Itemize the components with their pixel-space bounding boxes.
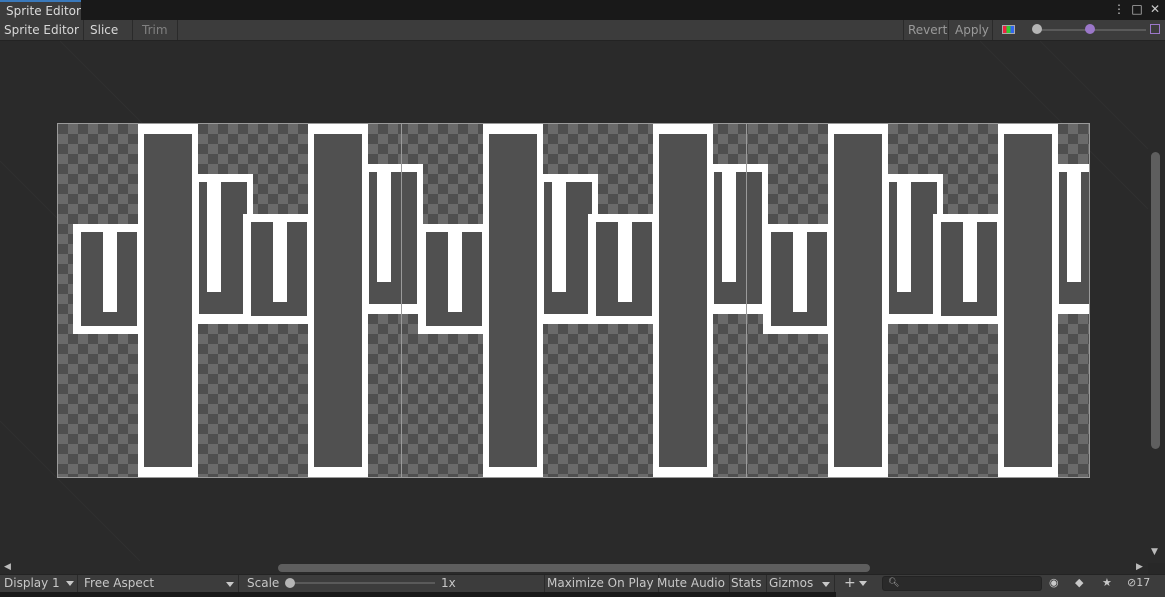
add-icon: +	[844, 575, 856, 591]
chevron-down-icon	[65, 581, 74, 586]
scroll-right-arrow-icon[interactable]: ▶	[1136, 563, 1143, 572]
layer-count: 17	[1136, 576, 1151, 589]
sprite-rect-divider	[746, 124, 747, 477]
horizontal-scrollbar-thumb[interactable]	[278, 564, 870, 572]
scroll-left-arrow-icon[interactable]: ◀	[4, 563, 11, 572]
window-controls: ⋮ □ ✕	[1113, 2, 1161, 16]
vertical-scrollbar-thumb[interactable]	[1151, 152, 1160, 449]
aspect-dropdown[interactable]: Free Aspect	[84, 575, 239, 592]
zoom-slider-handle[interactable]	[1032, 24, 1042, 34]
cactus-sprite-sheet	[73, 124, 1089, 477]
close-icon[interactable]: ✕	[1149, 2, 1161, 16]
hidden-count[interactable]: ⊘17	[1127, 575, 1150, 592]
chevron-down-icon	[822, 582, 830, 587]
tab-bar: Sprite Editor ⋮ □ ✕	[0, 0, 1165, 20]
scroll-down-arrow-icon[interactable]: ▼	[1151, 548, 1158, 557]
sprite-editor-window: Sprite Editor ⋮ □ ✕ Sprite Editor Slice …	[0, 0, 1165, 597]
tag-icon[interactable]: ◆	[1075, 575, 1083, 592]
editor-toolbar: Sprite Editor Slice Trim Revert Apply	[0, 20, 1165, 47]
hidden-count-icon: ⊘	[1127, 576, 1137, 589]
sprite-canvas[interactable]	[0, 41, 1165, 563]
mute-audio-toggle[interactable]: Mute Audio	[657, 575, 730, 592]
maximize-on-play-toggle[interactable]: Maximize On Play	[544, 575, 659, 592]
star-icon[interactable]: ★	[1102, 575, 1112, 592]
mode-dropdown[interactable]: Sprite Editor	[0, 20, 84, 47]
game-view-toolbar: Display 1 Free Aspect Scale 1x Maximize …	[0, 574, 1165, 592]
mipmap-icon[interactable]	[1150, 24, 1160, 34]
bottom-panel-edge	[836, 592, 1165, 597]
scale-label: Scale	[247, 576, 280, 590]
sprite-rect-divider	[401, 124, 402, 477]
chevron-down-icon	[858, 580, 867, 586]
mip-slider-handle[interactable]	[1085, 24, 1095, 34]
stats-toggle[interactable]: Stats	[731, 575, 767, 592]
scale-slider-track[interactable]	[290, 582, 435, 584]
search-input[interactable]: 🔍︎	[882, 576, 1042, 591]
sprite-texture[interactable]	[57, 123, 1090, 478]
scene-visibility-icon[interactable]: ◉	[1049, 575, 1059, 592]
scale-value: 1x	[441, 576, 456, 590]
search-icon: 🔍︎	[888, 578, 900, 588]
menu-icon[interactable]: ⋮	[1113, 2, 1125, 16]
display-dropdown[interactable]: Display 1	[4, 575, 78, 592]
scale-slider-handle[interactable]	[285, 578, 295, 588]
add-button[interactable]: +	[844, 575, 867, 592]
slice-dropdown[interactable]: Slice	[86, 20, 133, 47]
tab-sprite-editor[interactable]: Sprite Editor	[0, 0, 81, 20]
maximize-icon[interactable]: □	[1131, 2, 1143, 16]
gizmos-dropdown[interactable]: Gizmos	[769, 575, 835, 592]
display-label: Display 1	[4, 576, 60, 590]
chevron-down-icon	[226, 582, 234, 587]
gizmos-label: Gizmos	[769, 576, 814, 590]
mode-dropdown-label: Sprite Editor	[4, 23, 79, 37]
color-channel-icon[interactable]	[1002, 25, 1015, 34]
apply-button[interactable]: Apply	[951, 20, 993, 40]
slice-label: Slice	[90, 23, 119, 37]
trim-button[interactable]: Trim	[138, 20, 178, 40]
revert-button[interactable]: Revert	[903, 20, 949, 40]
aspect-label: Free Aspect	[84, 576, 155, 590]
